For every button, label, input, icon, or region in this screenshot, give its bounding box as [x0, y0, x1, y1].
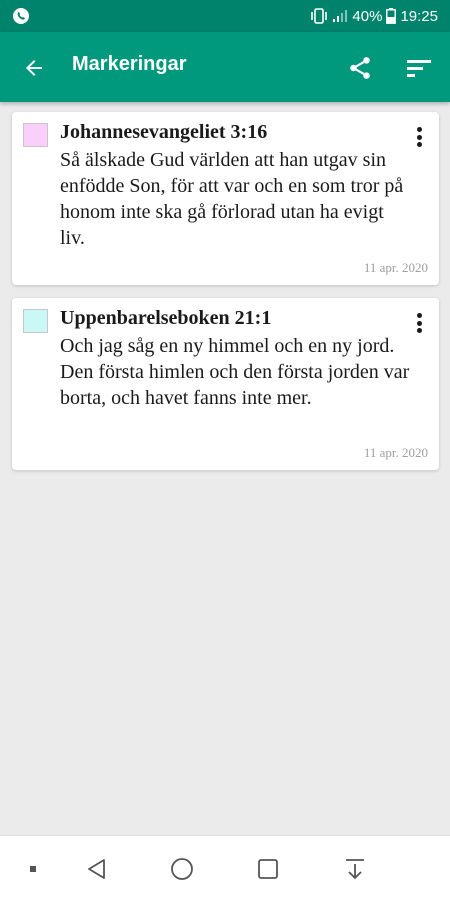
signal-icon	[332, 9, 348, 23]
highlight-color-swatch[interactable]	[23, 309, 48, 333]
highlight-card[interactable]: Johannesevangeliet 3:16 Så älskade Gud v…	[12, 112, 439, 285]
highlight-date: 11 apr. 2020	[363, 260, 428, 275]
highlight-date: 11 apr. 2020	[363, 445, 428, 460]
nav-back-button[interactable]	[82, 854, 112, 884]
back-button[interactable]	[18, 52, 50, 84]
status-right: 40% 19:25	[310, 8, 438, 25]
nav-recents-button[interactable]	[253, 854, 283, 884]
clock: 19:25	[400, 7, 438, 25]
app-bar: Markeringar	[0, 32, 450, 102]
share-icon	[350, 57, 370, 79]
more-vert-dot	[416, 142, 422, 147]
navigation-bar	[0, 835, 450, 900]
verse-text: Och jag såg en ny himmel och en ny jord.…	[60, 335, 410, 409]
back-arrow-icon	[26, 60, 42, 76]
status-bar: 40% 19:25	[0, 0, 450, 32]
page-title: Markeringar	[72, 53, 187, 75]
more-vert-dot	[416, 134, 422, 140]
more-vert-icon	[416, 127, 422, 132]
home-circle-icon	[171, 858, 193, 880]
verse-reference: Johannesevangeliet 3:16	[60, 121, 268, 143]
download-icon	[346, 859, 364, 880]
more-vert-dot	[416, 320, 422, 326]
status-left	[12, 7, 30, 25]
highlight-card[interactable]: Uppenbarelseboken 21:1 Och jag såg en ny…	[12, 298, 439, 470]
verse-text: Så älskade Gud världen att han utgav sin…	[60, 149, 404, 249]
nav-dot-button[interactable]	[18, 854, 48, 884]
more-options-button[interactable]	[409, 124, 429, 150]
recents-square-icon	[258, 859, 278, 879]
more-options-button[interactable]	[409, 310, 429, 336]
whatsapp-icon	[12, 7, 30, 25]
more-vert-dot	[416, 328, 422, 333]
battery-icon	[386, 8, 397, 24]
sort-icon	[407, 60, 431, 77]
share-button[interactable]	[344, 52, 376, 84]
verse-reference: Uppenbarelseboken 21:1	[60, 307, 272, 329]
back-triangle-icon	[88, 859, 105, 879]
more-vert-icon	[416, 313, 422, 318]
battery-percent: 40%	[352, 7, 383, 25]
sort-button[interactable]	[402, 52, 436, 84]
highlight-color-swatch[interactable]	[23, 123, 48, 147]
vibrate-icon	[310, 8, 328, 24]
dot-icon	[30, 866, 36, 872]
nav-home-button[interactable]	[167, 854, 197, 884]
nav-download-button[interactable]	[340, 854, 370, 884]
